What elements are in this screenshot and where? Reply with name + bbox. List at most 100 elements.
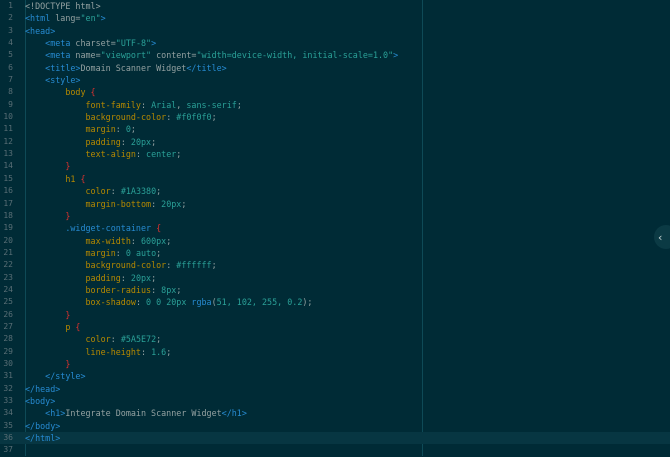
code-line[interactable]: 27 p {: [0, 321, 670, 333]
code-token: ;: [211, 112, 217, 123]
code-text: </html>: [25, 432, 60, 444]
code-line[interactable]: 31 </style>: [0, 370, 670, 382]
code-text: <title>Domain Scanner Widget</title>: [25, 62, 227, 74]
code-text: color: #1A3380;: [25, 185, 162, 197]
code-token: name=: [70, 50, 101, 61]
code-token: max-width: [85, 235, 131, 246]
code-line[interactable]: 7 <style>: [0, 74, 670, 86]
code-line[interactable]: 32 </head>: [0, 383, 670, 395]
code-line[interactable]: 9 font-family: Arial, sans-serif;: [0, 99, 670, 111]
line-number: 8: [8, 87, 13, 97]
code-line[interactable]: 20 max-width: 600px;: [0, 235, 670, 247]
code-token: {: [75, 173, 86, 184]
code-token: #1A3380: [120, 186, 157, 197]
code-line[interactable]: 12 padding: 20px;: [0, 136, 670, 148]
code-token: ;: [130, 124, 136, 135]
code-line[interactable]: 17 margin-bottom: 20px;: [0, 198, 670, 210]
code-line[interactable]: 13 text-align: center;: [0, 148, 670, 160]
code-line[interactable]: 24 border-radius: 8px;: [0, 284, 670, 296]
code-token: }: [65, 210, 71, 221]
code-text: <h1>Integrate Domain Scanner Widget</h1>: [25, 407, 247, 419]
code-token: box-shadow: [85, 297, 136, 308]
line-number: 22: [3, 260, 13, 270]
code-token: background-color: [85, 260, 167, 271]
line-number: 17: [3, 198, 13, 208]
code-token: #5A5E72: [120, 334, 157, 345]
code-text: padding: 20px;: [25, 136, 157, 148]
code-line[interactable]: 2 <html lang="en">: [0, 12, 670, 24]
code-token: Integrate Domain Scanner Widget: [65, 408, 222, 419]
code-token: :: [135, 149, 147, 160]
code-token: margin-bottom: [85, 198, 152, 209]
code-token: ;: [156, 247, 162, 258]
code-line[interactable]: 16 color: #1A3380;: [0, 185, 670, 197]
code-line[interactable]: 15 h1 {: [0, 173, 670, 185]
code-token: <title>: [45, 62, 81, 73]
code-line[interactable]: 10 background-color: #f0f0f0;: [0, 111, 670, 123]
code-text: border-radius: 8px;: [25, 284, 182, 296]
code-line[interactable]: 1 <!DOCTYPE html>: [0, 0, 670, 12]
code-line[interactable]: 36 </html>: [0, 432, 670, 445]
code-text: </head>: [25, 383, 60, 395]
code-token: "en": [80, 13, 101, 24]
code-token: <html: [25, 13, 51, 24]
code-line[interactable]: 6 <title>Domain Scanner Widget</title>: [0, 62, 670, 74]
code-text: <html lang="en">: [25, 12, 106, 24]
code-line[interactable]: 35 </body>: [0, 420, 670, 432]
code-token: :: [166, 112, 177, 123]
code-token: 0 0 20px: [146, 297, 192, 308]
line-number: 19: [3, 223, 13, 233]
code-line[interactable]: 29 line-height: 1.6;: [0, 346, 670, 358]
code-line[interactable]: 25 box-shadow: 0 0 20px rgba(51, 102, 25…: [0, 296, 670, 308]
code-line[interactable]: 28 color: #5A5E72;: [0, 333, 670, 345]
code-line[interactable]: 18 }: [0, 210, 670, 222]
code-editor[interactable]: 1 <!DOCTYPE html> 2 <html lang="en"> 3 <head>…: [0, 0, 670, 456]
line-number: 7: [8, 75, 13, 85]
code-text: line-height: 1.6;: [25, 346, 172, 358]
code-line[interactable]: 3 <head>: [0, 25, 670, 37]
code-lines[interactable]: 1 <!DOCTYPE html> 2 <html lang="en"> 3 <head>…: [0, 0, 670, 457]
line-number: 35: [3, 420, 13, 430]
code-line[interactable]: 37: [0, 444, 670, 456]
code-line[interactable]: 4 <meta charset="UTF-8">: [0, 37, 670, 49]
code-token: .widget-container: [65, 223, 152, 234]
code-line[interactable]: 19 .widget-container {: [0, 222, 670, 234]
code-token: 20px: [130, 136, 152, 147]
line-number: 4: [8, 38, 13, 48]
code-line[interactable]: 33 <body>: [0, 395, 670, 407]
code-token: :: [135, 297, 147, 308]
code-token: {: [85, 87, 96, 98]
code-line[interactable]: 14 }: [0, 160, 670, 172]
code-text: <meta charset="UTF-8">: [25, 37, 156, 49]
code-line[interactable]: 8 body {: [0, 86, 670, 98]
code-line[interactable]: 30 }: [0, 358, 670, 370]
code-line[interactable]: 23 padding: 20px;: [0, 272, 670, 284]
code-line[interactable]: 22 background-color: #ffffff;: [0, 259, 670, 271]
code-token: #f0f0f0: [176, 112, 212, 123]
code-token: <style>: [45, 75, 81, 86]
code-token: line-height: [85, 346, 141, 357]
line-number: 6: [8, 62, 13, 72]
code-line[interactable]: 26 }: [0, 309, 670, 321]
line-number: 5: [8, 50, 13, 60]
code-line[interactable]: 5 <meta name="viewport" content="width=d…: [0, 49, 670, 61]
code-token: </h1>: [221, 408, 247, 419]
code-line[interactable]: 21 margin: 0 auto;: [0, 247, 670, 259]
code-token: text-align: [85, 149, 136, 160]
code-token: body: [65, 87, 86, 98]
code-text: <head>: [25, 25, 55, 37]
code-token: ;: [181, 198, 187, 209]
code-line[interactable]: 11 margin: 0;: [0, 123, 670, 135]
line-number: 11: [3, 124, 13, 134]
code-token: #ffffff: [176, 260, 212, 271]
code-text: }: [25, 358, 70, 370]
code-line[interactable]: 34 <h1>Integrate Domain Scanner Widget</…: [0, 407, 670, 419]
code-token: lang=: [50, 13, 81, 24]
code-text: }: [25, 160, 70, 172]
code-token: {: [151, 223, 162, 234]
